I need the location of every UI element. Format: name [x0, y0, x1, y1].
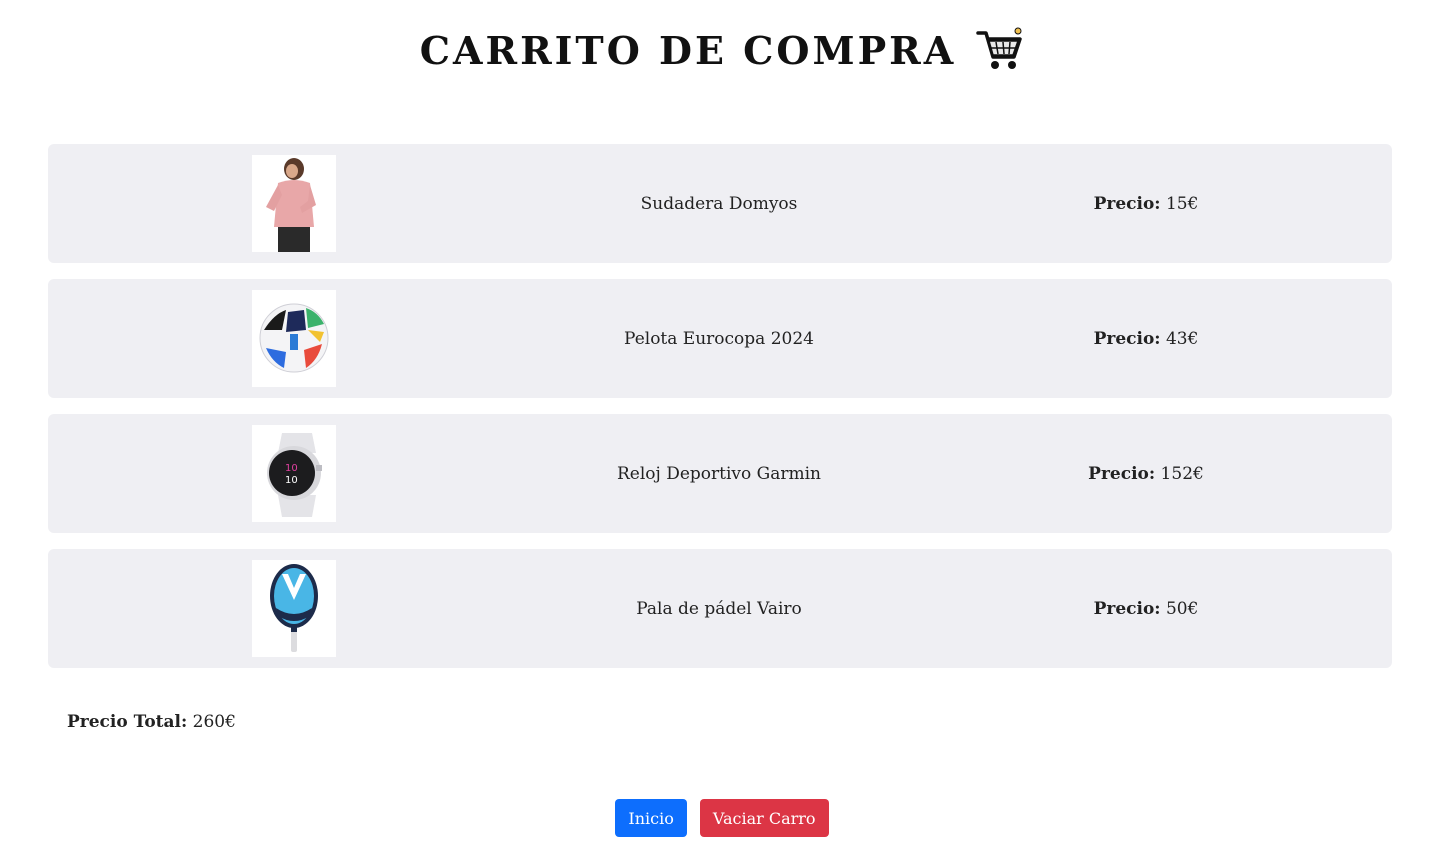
home-button[interactable]: Inicio [615, 799, 687, 837]
cart-item-list: Sudadera Domyos Precio: 15€ Pelota Euroc… [48, 144, 1392, 684]
price-value: 15€ [1160, 193, 1199, 214]
product-price: Precio: 43€ [994, 279, 1298, 398]
product-price: Precio: 15€ [994, 144, 1298, 263]
price-label: Precio: [1093, 328, 1161, 349]
total-label: Precio Total: [67, 712, 188, 732]
price-label: Precio: [1088, 463, 1156, 484]
price-value: 50€ [1160, 598, 1199, 619]
total-value: 260€ [187, 712, 236, 732]
product-price: Precio: 50€ [994, 549, 1298, 668]
product-name: Reloj Deportivo Garmin [617, 463, 821, 484]
svg-text:10: 10 [285, 463, 298, 474]
cart-item: Sudadera Domyos Precio: 15€ [48, 144, 1392, 263]
price-value: 43€ [1160, 328, 1199, 349]
product-image-sport-watch: 10 10 [252, 425, 336, 522]
cart-actions: Inicio Vaciar Carro [0, 799, 1444, 837]
page-title: CARRITO DE COMPRA [419, 27, 957, 73]
product-image-padel-racket [252, 560, 336, 657]
product-name: Sudadera Domyos [640, 193, 798, 214]
shopping-cart-icon [974, 27, 1024, 73]
cart-item: 10 10 Reloj Deportivo Garmin Precio: 152… [48, 414, 1392, 533]
page-header: CARRITO DE COMPRA [0, 22, 1444, 78]
shopping-cart-page: CARRITO DE COMPRA Sudadera Domyos Precio… [0, 0, 1444, 854]
cart-total: Precio Total: 260€ [67, 712, 236, 732]
cart-item: Pelota Eurocopa 2024 Precio: 43€ [48, 279, 1392, 398]
cart-item: Pala de pádel Vairo Precio: 50€ [48, 549, 1392, 668]
product-name: Pelota Eurocopa 2024 [624, 328, 814, 349]
empty-cart-button[interactable]: Vaciar Carro [699, 799, 829, 837]
product-image-sweatshirt [252, 155, 336, 252]
product-image-soccer-ball [252, 290, 336, 387]
price-label: Precio: [1093, 598, 1161, 619]
price-label: Precio: [1093, 193, 1161, 214]
svg-text:10: 10 [285, 475, 298, 486]
product-price: Precio: 152€ [994, 414, 1298, 533]
product-name: Pala de pádel Vairo [636, 598, 802, 619]
price-value: 152€ [1155, 463, 1204, 484]
